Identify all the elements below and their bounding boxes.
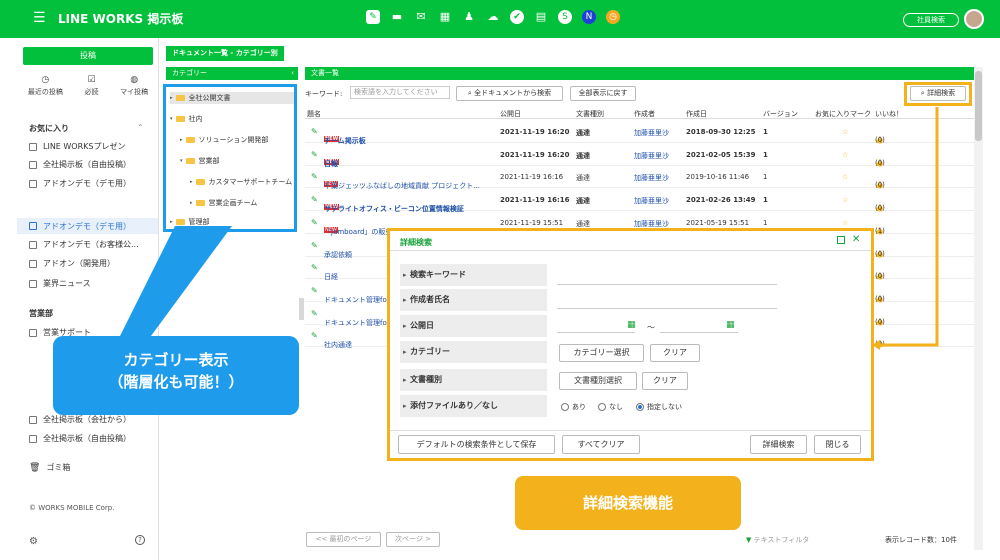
date-to-field[interactable] [660, 332, 738, 333]
radio-circle [598, 403, 606, 411]
clear-all-button[interactable]: すべてクリア [562, 435, 640, 454]
radio-circle [561, 403, 569, 411]
dialog-close-button[interactable]: 閉じる [814, 435, 861, 454]
date-separator: 〜 [647, 323, 655, 332]
date-from-field[interactable] [557, 332, 635, 333]
field-label-author: 作成者氏名 [400, 289, 547, 311]
field-label-attachment: 添付ファイルあり／なし [400, 395, 547, 417]
category-clear-button[interactable]: クリア [650, 344, 700, 362]
dialog-footer-divider [390, 430, 871, 431]
field-label-keyword: 検索キーワード [400, 264, 547, 286]
radio-label: 指定しない [647, 403, 682, 411]
keyword-field[interactable] [557, 284, 777, 285]
dialog-title: 詳細検索 [400, 238, 432, 247]
radio-label: なし [609, 403, 623, 411]
category-callout-line2: （階層化も可能！） [108, 373, 244, 391]
category-callout-line1: カテゴリー表示 [123, 351, 229, 369]
category-callout: カテゴリー表示 （階層化も可能！） [53, 336, 299, 415]
detail-search-dialog: 詳細検索 ✕ 検索キーワード 作成者氏名 公開日 ▦ 〜 ▦ カテゴリー カテゴ… [387, 228, 874, 461]
author-field[interactable] [557, 308, 777, 309]
orange-connector-line [878, 107, 939, 347]
blue-callout-pointer [118, 226, 232, 340]
radio-with-attachment[interactable]: あり [561, 402, 586, 412]
category-select-button[interactable]: カテゴリー選択 [559, 344, 644, 362]
doc-type-select-button[interactable]: 文書種別選択 [559, 372, 637, 390]
radio-without-attachment[interactable]: なし [598, 402, 623, 412]
calendar-icon[interactable]: ▦ [726, 320, 735, 330]
maximize-icon[interactable] [837, 236, 845, 244]
field-label-date: 公開日 [400, 315, 547, 337]
radio-circle-selected [636, 403, 644, 411]
calendar-icon[interactable]: ▦ [627, 320, 636, 330]
save-default-button[interactable]: デフォルトの検索条件として保存 [398, 435, 555, 454]
close-icon[interactable]: ✕ [852, 234, 860, 245]
detail-search-callout: 詳細検索機能 [515, 476, 741, 530]
doc-type-clear-button[interactable]: クリア [642, 372, 688, 390]
radio-unspecified[interactable]: 指定しない [636, 402, 682, 412]
field-label-category: カテゴリー [400, 341, 547, 363]
detail-search-submit-button[interactable]: 詳細検索 [750, 435, 807, 454]
radio-label: あり [572, 403, 586, 411]
field-label-doc-type: 文書種別 [400, 369, 547, 391]
dialog-header: 詳細検索 ✕ [390, 231, 871, 251]
